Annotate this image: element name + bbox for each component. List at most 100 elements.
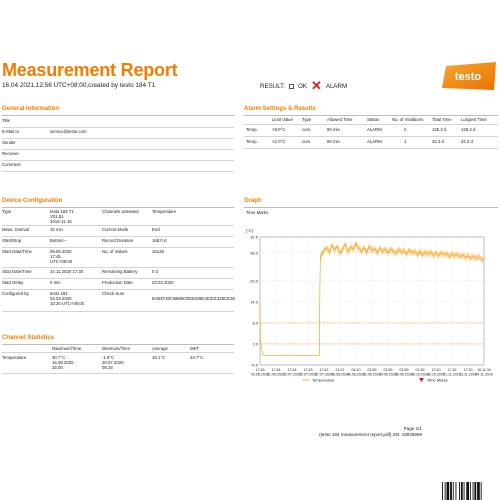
alarm-cell: 60 min (327, 127, 340, 132)
channel-cell: 30.7°C 16.08.2020 15:00 (52, 355, 74, 371)
time-marks-triangle-icon (419, 378, 424, 382)
series-line-temperature (259, 242, 485, 356)
device-label: Production Date (102, 280, 133, 285)
alarm-cell: ALARM (367, 127, 382, 132)
graph-heading: Graph (244, 198, 262, 204)
row-divider (2, 247, 234, 248)
y-tick-label: 14.0 (250, 299, 259, 304)
row-divider (2, 225, 234, 226)
barcode-bar (474, 482, 477, 500)
barcode-bar (460, 482, 463, 500)
alarm-cell: Temp. (246, 139, 258, 144)
alarm-cell: >8.0°C (272, 127, 286, 132)
alarm-column-header: Longest Time (461, 117, 487, 122)
y-tick-label: 8.0 (252, 320, 258, 325)
result-indicator: RESULT: OK ✕ ALARM (260, 79, 347, 92)
device-label: Meas. Interval (2, 227, 29, 232)
device-label: Record Duration (102, 238, 134, 243)
ok-checkbox-icon (288, 83, 294, 89)
alarm-cell: <2.0°C (272, 139, 286, 144)
row-divider (2, 138, 234, 139)
row-divider (244, 136, 498, 137)
device-value: End (152, 227, 160, 232)
x-tick-time: 17:42 (320, 368, 329, 372)
row-divider (2, 278, 234, 279)
x-tick-time: 04:10 (352, 368, 361, 372)
row-divider (2, 171, 234, 172)
alarm-cell: 125.2 d (461, 127, 476, 132)
alarm-cell: 1 (404, 139, 407, 144)
x-tick-time: 17:45 (256, 368, 265, 372)
barcode-bar (452, 482, 454, 500)
device-label: Current Mode (102, 227, 129, 232)
row-divider (2, 289, 234, 290)
x-tick-time: 17:43 (304, 368, 313, 372)
row-divider (2, 311, 234, 312)
x-tick-time: 01:59 (400, 368, 409, 372)
barcode-bar (442, 482, 443, 500)
device-value: testo 184 03.03.2020 10:20 UTC+08:00 (50, 291, 85, 307)
device-value: 0 d (152, 269, 158, 274)
device-label: Check Sum (102, 291, 125, 296)
device-value: 09.06.2020 17:45 UTC+08:00 (50, 249, 73, 265)
general-info-heading: General Information (2, 106, 60, 112)
alarm-column-header: Type (302, 117, 312, 122)
device-value: 0 min (50, 280, 61, 285)
alarm-rule (244, 115, 498, 116)
general-value: service@testo.com (50, 129, 87, 134)
device-config-heading: Device Configuration (2, 198, 63, 204)
device-value: Button/-- (50, 238, 67, 243)
x-tick-date: 24.11.2020 (475, 373, 493, 377)
y-axis-unit: [°C] (246, 228, 253, 233)
barcode-bar (477, 482, 480, 500)
device-label: Type (2, 209, 12, 214)
device-label: Remaining Battery (102, 269, 138, 274)
x-tick-time: 01:59 (368, 368, 377, 372)
device-label: Start Delay (2, 280, 24, 285)
report-title: Measurement Report (2, 60, 178, 80)
barcode-bar (463, 482, 465, 500)
general-label: Sender (2, 140, 16, 145)
result-label: RESULT: (260, 82, 285, 90)
alarm-cell: 42.3 d (432, 139, 444, 144)
ok-label: OK (297, 82, 307, 90)
y-tick-label: 32.5 (250, 235, 259, 240)
row-divider (2, 160, 234, 161)
device-value: 8AB4F36C9B86C9D8189EAE331325CE36 (152, 296, 235, 302)
channel-column-header: Minimum/Time (102, 346, 131, 351)
channel-cell: -1.9°C 20.07.2020 08:16 (102, 355, 124, 371)
row-divider (244, 124, 498, 125)
x-tick-time: 01:59 (416, 368, 425, 372)
barcode-bar (455, 482, 457, 500)
alarm-cell: 60 min (327, 139, 340, 144)
alarm-column-header: Total Time (432, 117, 452, 122)
device-value: 24.11.2020 17:30 (50, 269, 84, 274)
barcode-bar (466, 482, 469, 500)
testo-logo: testo (442, 62, 496, 90)
row-divider (2, 149, 234, 150)
temperature-chart: [°C]32.528.020.014.08.02.0-4.017:4509.06… (246, 228, 493, 383)
x-tick-time: 10:11:34 (477, 368, 491, 372)
footer: Page 1/1 (testo 184 measurement report.p… (319, 426, 422, 438)
row-divider (2, 373, 234, 374)
row-divider (2, 236, 234, 237)
channel-cell: 23.7°C (190, 355, 204, 360)
general-label: Receiver (2, 151, 19, 156)
channel-stats-heading: Channel Statistics (2, 335, 55, 341)
x-tick-time: 17:44 (288, 368, 297, 372)
legend-time-marks-label: Time Marks (427, 378, 448, 383)
y-tick-label: 20.0 (250, 278, 259, 283)
x-tick-time: 17:32 (448, 368, 457, 372)
alarm-column-header: Status (367, 117, 380, 122)
svg-text:testo: testo (455, 71, 482, 83)
general-label: E-Mail to (2, 129, 19, 134)
report-subtitle: 16.04.2021,12:56 UTC+08:00,created by te… (2, 82, 156, 89)
graph-rule (244, 207, 498, 208)
alarm-cell: 125.3 d (432, 127, 447, 132)
general-label: Title (2, 118, 10, 123)
barcode-bar (480, 482, 482, 500)
device-value: testo 184 T1 V01.51 2018-11-15 (50, 209, 74, 225)
alarm-cell: ALARM (367, 139, 382, 144)
row-divider (2, 352, 234, 353)
x-tick-time: 13:10 (432, 368, 441, 372)
